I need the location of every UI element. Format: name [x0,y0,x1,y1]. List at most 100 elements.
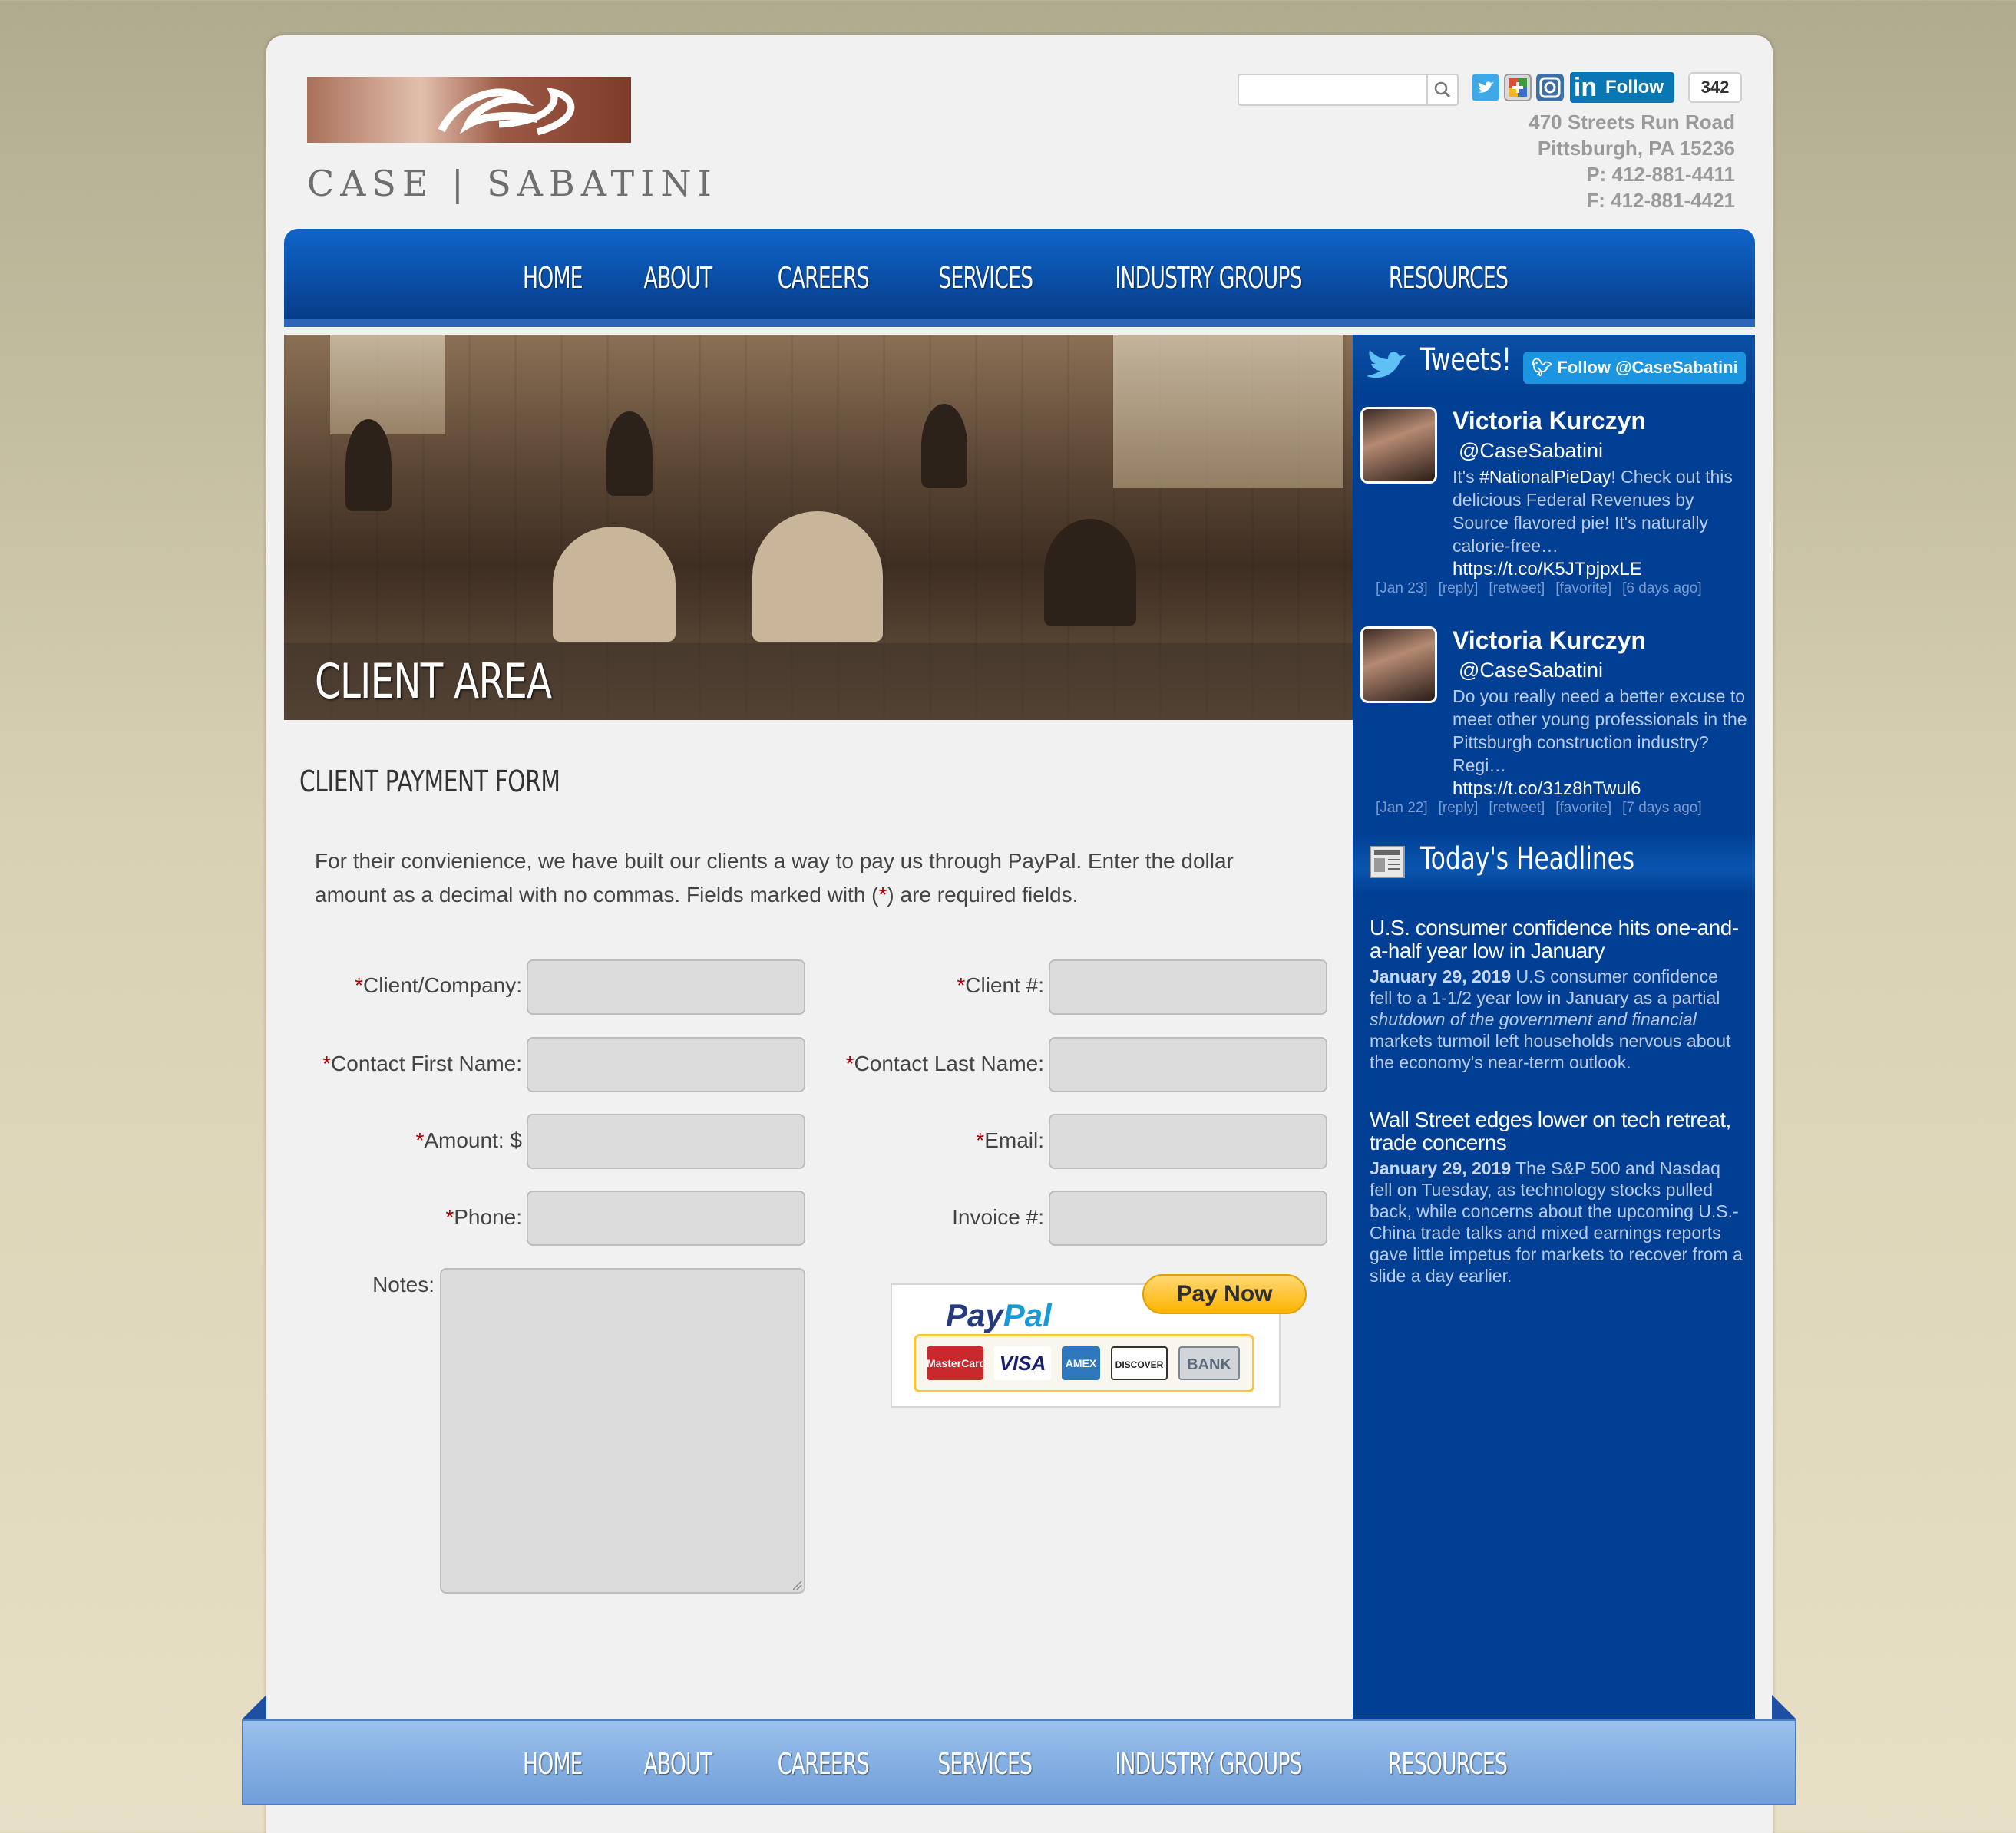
notes-textarea[interactable] [440,1268,805,1594]
tweets-title: Tweets! [1420,342,1512,378]
nav-resources[interactable]: RESOURCES [1376,229,1519,319]
footer-ribbon-right [1772,1695,1796,1719]
logo-text: CASE | SABATINI [307,163,718,204]
form-intro: For their convienience, we have built ou… [315,844,1267,912]
client-company-input[interactable] [527,959,805,1015]
instagram-icon[interactable] [1536,74,1564,101]
footer-nav-industry-groups[interactable]: INDUSTRY GROUPS [1103,1721,1314,1804]
google-plus-icon[interactable] [1504,74,1532,101]
pay-now-button[interactable]: Pay Now [1142,1274,1307,1314]
email-input[interactable] [1049,1114,1327,1169]
footer-nav-resources[interactable]: RESOURCES [1376,1721,1519,1804]
tweet-handle[interactable]: @CaseSabatini [1459,659,1603,682]
headlines-title: Today's Headlines [1420,841,1635,877]
nav-about[interactable]: ABOUT [632,229,724,319]
headline-item: Wall Street edges lower on tech retreat,… [1370,1108,1744,1286]
search-button[interactable] [1426,75,1457,104]
tweet-retweet[interactable]: [retweet] [1489,580,1545,596]
paypal-logo: PayPal [946,1297,1052,1334]
contact-last-name-label: *Contact Last Name: [814,1052,1044,1076]
required-marker: * [445,1205,454,1229]
nav-services[interactable]: SERVICES [927,229,1045,319]
twitter-icon: 🐦︎ [1531,358,1558,377]
mastercard-icon: MasterCard [927,1346,986,1380]
search-box [1238,74,1459,106]
footer-nav-home[interactable]: HOME [511,1721,594,1804]
headline-title[interactable]: Wall Street edges lower on tech retreat,… [1370,1108,1744,1154]
newspaper-icon [1370,846,1405,878]
discover-icon: DISCOVER [1111,1346,1168,1380]
tweet-reply[interactable]: [reply] [1439,580,1479,596]
contact-last-name-input[interactable] [1049,1037,1327,1092]
hero-banner: CLIENT AREA [284,335,1353,720]
footer-ribbon-left [242,1695,266,1719]
required-marker: * [976,1128,985,1152]
tweet-reply[interactable]: [reply] [1439,800,1479,816]
search-input[interactable] [1239,75,1423,103]
headline-date: January 29, 2019 [1370,966,1512,986]
tweet-text: It's #NationalPieDay! Check out this del… [1453,465,1752,581]
intro-text-1: For their convienience, we have built ou… [315,849,1234,907]
company-logo[interactable]: CASE | SABATINI [307,77,712,207]
nav-careers[interactable]: CAREERS [765,229,881,319]
notes-label: Notes: [372,1273,435,1296]
tweet-author[interactable]: Victoria Kurczyn [1453,626,1646,655]
client-number-input[interactable] [1049,959,1327,1015]
tweet-handle[interactable]: @CaseSabatini [1459,439,1603,463]
search-icon [1434,81,1451,98]
tweet-author[interactable]: Victoria Kurczyn [1453,407,1646,435]
footer-nav-careers[interactable]: CAREERS [765,1721,881,1804]
headline-text-italic: shutdown of the government and financial [1370,1009,1697,1029]
tweet-favorite[interactable]: [favorite] [1555,800,1611,816]
linkedin-icon: in [1573,73,1598,102]
footer-strip [266,1807,1773,1833]
invoice-input[interactable] [1049,1191,1327,1246]
logo-mark [307,77,631,143]
tweet-hashtag[interactable]: #NationalPieDay [1479,467,1611,487]
linkedin-follow-button[interactable]: in Follow [1570,72,1674,103]
amex-icon: AMEX [1062,1346,1100,1380]
nav-home[interactable]: HOME [511,229,595,319]
amount-input[interactable] [527,1114,805,1169]
avatar[interactable] [1360,626,1437,703]
phone-input[interactable] [527,1191,805,1246]
headline-title[interactable]: U.S. consumer confidence hits one-and-a-… [1370,916,1744,963]
contact-first-name-input[interactable] [527,1037,805,1092]
hero-figure [553,527,676,642]
tweet-text: Do you really need a better excuse to me… [1453,685,1752,801]
tweet-meta: [Jan 23] [reply] [retweet] [favorite] [6 day… [1376,580,1713,597]
footer-nav-about[interactable]: ABOUT [632,1721,724,1804]
tweet-link[interactable]: https://t.co/K5JTpjpxLE [1453,559,1642,580]
twitter-icon[interactable] [1472,74,1499,101]
tweet-date[interactable]: [Jan 22] [1376,800,1428,816]
label-text: Phone: [454,1205,522,1229]
intro-text-2: ) are required fields. [887,883,1079,907]
headline-body: January 29, 2019 U.S consumer confidence… [1370,966,1744,1073]
headline-item: U.S. consumer confidence hits one-and-a-… [1370,916,1744,1073]
tweet-retweet[interactable]: [retweet] [1489,800,1545,816]
contact-first-name-label: *Contact First Name: [284,1052,522,1076]
address-line-1: 470 Streets Run Road [1529,111,1735,134]
avatar[interactable] [1360,407,1437,484]
nav-industry-groups[interactable]: INDUSTRY GROUPS [1103,229,1314,319]
hero-figure [1044,519,1136,626]
footer-nav-services[interactable]: SERVICES [926,1721,1044,1804]
tweet: Victoria Kurczyn @CaseSabatini Do you re… [1360,626,1752,834]
sidebar: Tweets! 🐦︎ Follow @CaseSabatini Victoria… [1353,335,1755,1719]
tweet-date[interactable]: [Jan 23] [1376,580,1428,596]
label-text: Email: [984,1128,1044,1152]
client-company-label: *Client/Company: [284,973,522,998]
twitter-follow-button[interactable]: 🐦︎ Follow @CaseSabatini [1523,352,1746,384]
tweet-favorite[interactable]: [favorite] [1555,580,1611,596]
hero-figure [606,411,653,496]
resize-handle-icon[interactable] [790,1578,802,1590]
tweet-text-body: Do you really need a better excuse to me… [1453,686,1747,775]
tweet-link[interactable]: https://t.co/31z8hTwul6 [1453,778,1641,799]
required-marker: * [878,883,887,907]
tweet-age: [6 days ago] [1622,580,1702,596]
social-links: in Follow 342 [1472,72,1742,103]
address-line-2: Pittsburgh, PA 15236 [1537,137,1735,160]
page-title: CLIENT AREA [315,653,552,709]
form-heading: CLIENT PAYMENT FORM [299,765,560,798]
linkedin-follow-label: Follow [1605,77,1664,97]
